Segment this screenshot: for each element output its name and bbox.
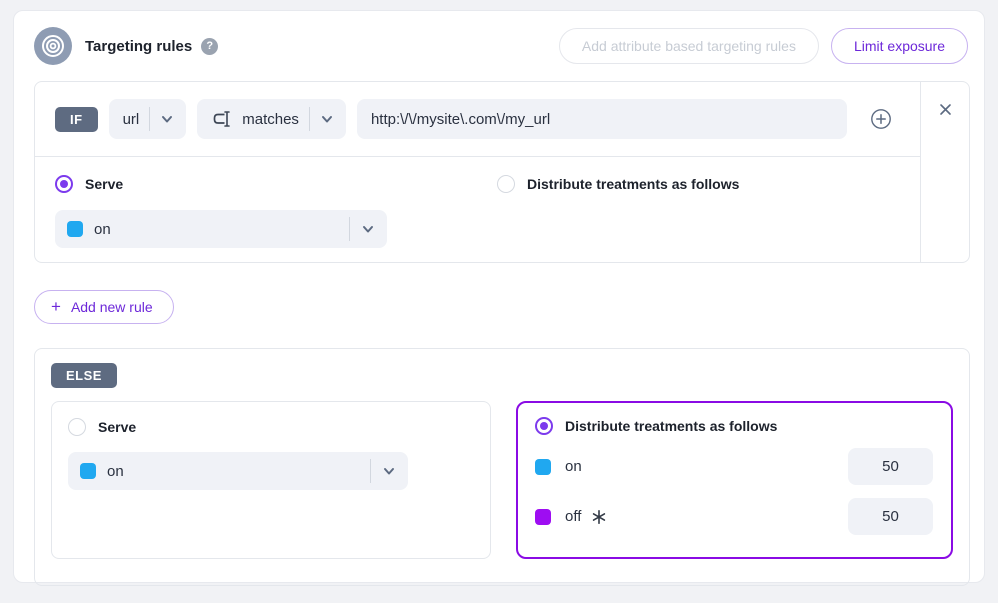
distribute-radio-option[interactable]: Distribute treatments as follows bbox=[497, 175, 739, 193]
treatment-name: on bbox=[565, 458, 582, 475]
distribute-label: Distribute treatments as follows bbox=[527, 176, 739, 192]
matcher-select[interactable]: matches bbox=[197, 99, 346, 139]
string-matcher-icon bbox=[211, 110, 232, 128]
treatment-select[interactable]: on bbox=[55, 210, 387, 248]
targeting-rules-panel: Targeting rules ? Add attribute based ta… bbox=[13, 10, 985, 583]
select-divider bbox=[149, 107, 150, 131]
else-serve-label: Serve bbox=[98, 419, 136, 435]
default-treatment-icon bbox=[592, 510, 606, 524]
select-divider bbox=[349, 217, 350, 241]
treatment-row: off bbox=[535, 498, 933, 535]
chevron-down-icon bbox=[382, 464, 396, 478]
treatment-select-value: on bbox=[94, 221, 111, 238]
add-condition-icon[interactable] bbox=[870, 108, 892, 130]
else-distribute-card: Distribute treatments as follows on off bbox=[516, 401, 953, 559]
distribute-radio[interactable] bbox=[497, 175, 515, 193]
chevron-down-icon bbox=[361, 222, 375, 236]
rule-condition-row: IF url matches bbox=[35, 82, 920, 157]
else-distribute-label: Distribute treatments as follows bbox=[565, 418, 777, 434]
matcher-select-value: matches bbox=[242, 111, 299, 128]
remove-rule-button[interactable] bbox=[938, 102, 953, 118]
add-new-rule-button[interactable]: + Add new rule bbox=[34, 290, 174, 324]
select-divider bbox=[309, 107, 310, 131]
treatment-color-swatch bbox=[67, 221, 83, 237]
serve-label: Serve bbox=[85, 176, 123, 192]
rule-close-column bbox=[920, 82, 969, 262]
else-serve-radio-option[interactable]: Serve bbox=[68, 418, 474, 436]
serve-options-row: Serve Distribute treatments as follows bbox=[55, 175, 900, 193]
limit-exposure-button[interactable]: Limit exposure bbox=[831, 28, 968, 64]
target-icon bbox=[34, 27, 72, 65]
treatment-row: on bbox=[535, 448, 933, 485]
else-card: ELSE Serve on bbox=[34, 348, 970, 586]
else-badge: ELSE bbox=[51, 363, 117, 388]
else-treatment-select[interactable]: on bbox=[68, 452, 408, 490]
percent-input[interactable] bbox=[848, 448, 933, 485]
treatment-color-swatch bbox=[80, 463, 96, 479]
treatment-color-swatch bbox=[535, 459, 551, 475]
else-serve-radio[interactable] bbox=[68, 418, 86, 436]
rule-serve-area: Serve Distribute treatments as follows o… bbox=[35, 157, 920, 263]
else-columns: Serve on Distribute treatments as follow… bbox=[51, 401, 953, 559]
serve-radio-option[interactable]: Serve bbox=[55, 175, 497, 193]
treatment-name: off bbox=[565, 508, 581, 525]
attribute-select[interactable]: url bbox=[109, 99, 187, 139]
else-serve-card: Serve on bbox=[51, 401, 491, 559]
if-badge: IF bbox=[55, 107, 98, 132]
else-treatment-select-value: on bbox=[107, 463, 124, 480]
help-icon[interactable]: ? bbox=[201, 38, 218, 55]
add-attribute-rules-button[interactable]: Add attribute based targeting rules bbox=[559, 28, 819, 64]
rule-value-input[interactable] bbox=[357, 99, 847, 139]
rule-card: IF url matches bbox=[34, 81, 970, 263]
chevron-down-icon bbox=[160, 112, 174, 126]
select-divider bbox=[370, 459, 371, 483]
page-title: Targeting rules bbox=[85, 38, 192, 55]
else-distribute-radio-option[interactable]: Distribute treatments as follows bbox=[535, 417, 933, 435]
chevron-down-icon bbox=[320, 112, 334, 126]
add-new-rule-label: Add new rule bbox=[71, 299, 153, 315]
treatment-color-swatch bbox=[535, 509, 551, 525]
percent-input[interactable] bbox=[848, 498, 933, 535]
plus-icon: + bbox=[51, 300, 61, 314]
panel-header: Targeting rules ? Add attribute based ta… bbox=[34, 25, 970, 67]
rule-main: IF url matches bbox=[35, 82, 920, 262]
attribute-select-value: url bbox=[123, 111, 140, 128]
serve-radio[interactable] bbox=[55, 175, 73, 193]
else-distribute-radio[interactable] bbox=[535, 417, 553, 435]
